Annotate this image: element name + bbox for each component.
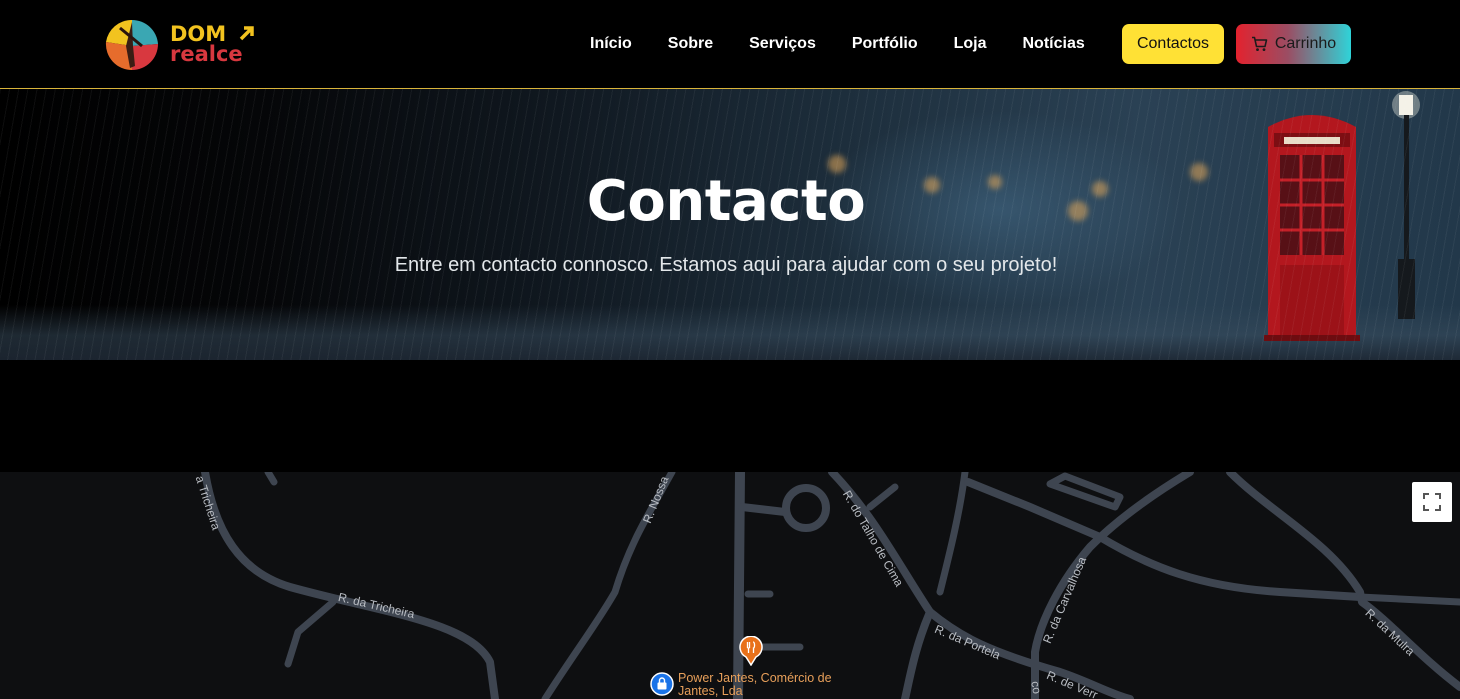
main-nav: Início Sobre Serviços Portfólio Loja Not… — [590, 24, 1121, 64]
map-fullscreen-button[interactable] — [1412, 482, 1452, 522]
site-header: DOM realce Início Sobre Serviços Portfól… — [0, 0, 1460, 89]
page-title: Contacto — [586, 169, 866, 234]
hero-banner: Contacto Entre em contacto connosco. Est… — [0, 89, 1460, 360]
cart-button[interactable]: Carrinho — [1236, 24, 1351, 64]
nav-link-portfolio[interactable]: Portfólio — [852, 35, 918, 53]
restaurant-pin-icon[interactable] — [738, 636, 764, 666]
street-label: co — [1028, 680, 1045, 695]
nav-link-inicio[interactable]: Início — [590, 35, 632, 53]
nav-link-servicos[interactable]: Serviços — [749, 35, 816, 53]
page-subtitle: Entre em contacto connosco. Estamos aqui… — [394, 254, 1058, 276]
contacts-button[interactable]: Contactos — [1122, 24, 1224, 64]
nav-link-loja[interactable]: Loja — [954, 35, 987, 53]
cart-label: Carrinho — [1274, 35, 1337, 52]
fullscreen-icon — [1423, 493, 1441, 511]
map-embed[interactable]: a Tricheira R. da Tricheira R. Nossa R. … — [0, 472, 1460, 699]
nav-link-noticias[interactable]: Notícias — [1023, 35, 1085, 53]
logo-arrow-icon — [239, 26, 254, 41]
logo-text-realce: realce — [170, 42, 243, 66]
cart-icon — [1251, 36, 1268, 51]
logo[interactable]: DOM realce — [102, 16, 262, 74]
nav-link-sobre[interactable]: Sobre — [668, 35, 713, 53]
map-roads — [201, 472, 1460, 699]
shop-pin-icon[interactable] — [650, 672, 674, 699]
poi-label[interactable]: Power Jantes, Comércio de Jantes, Lda — [678, 672, 838, 698]
logo-mark-icon — [105, 19, 158, 71]
